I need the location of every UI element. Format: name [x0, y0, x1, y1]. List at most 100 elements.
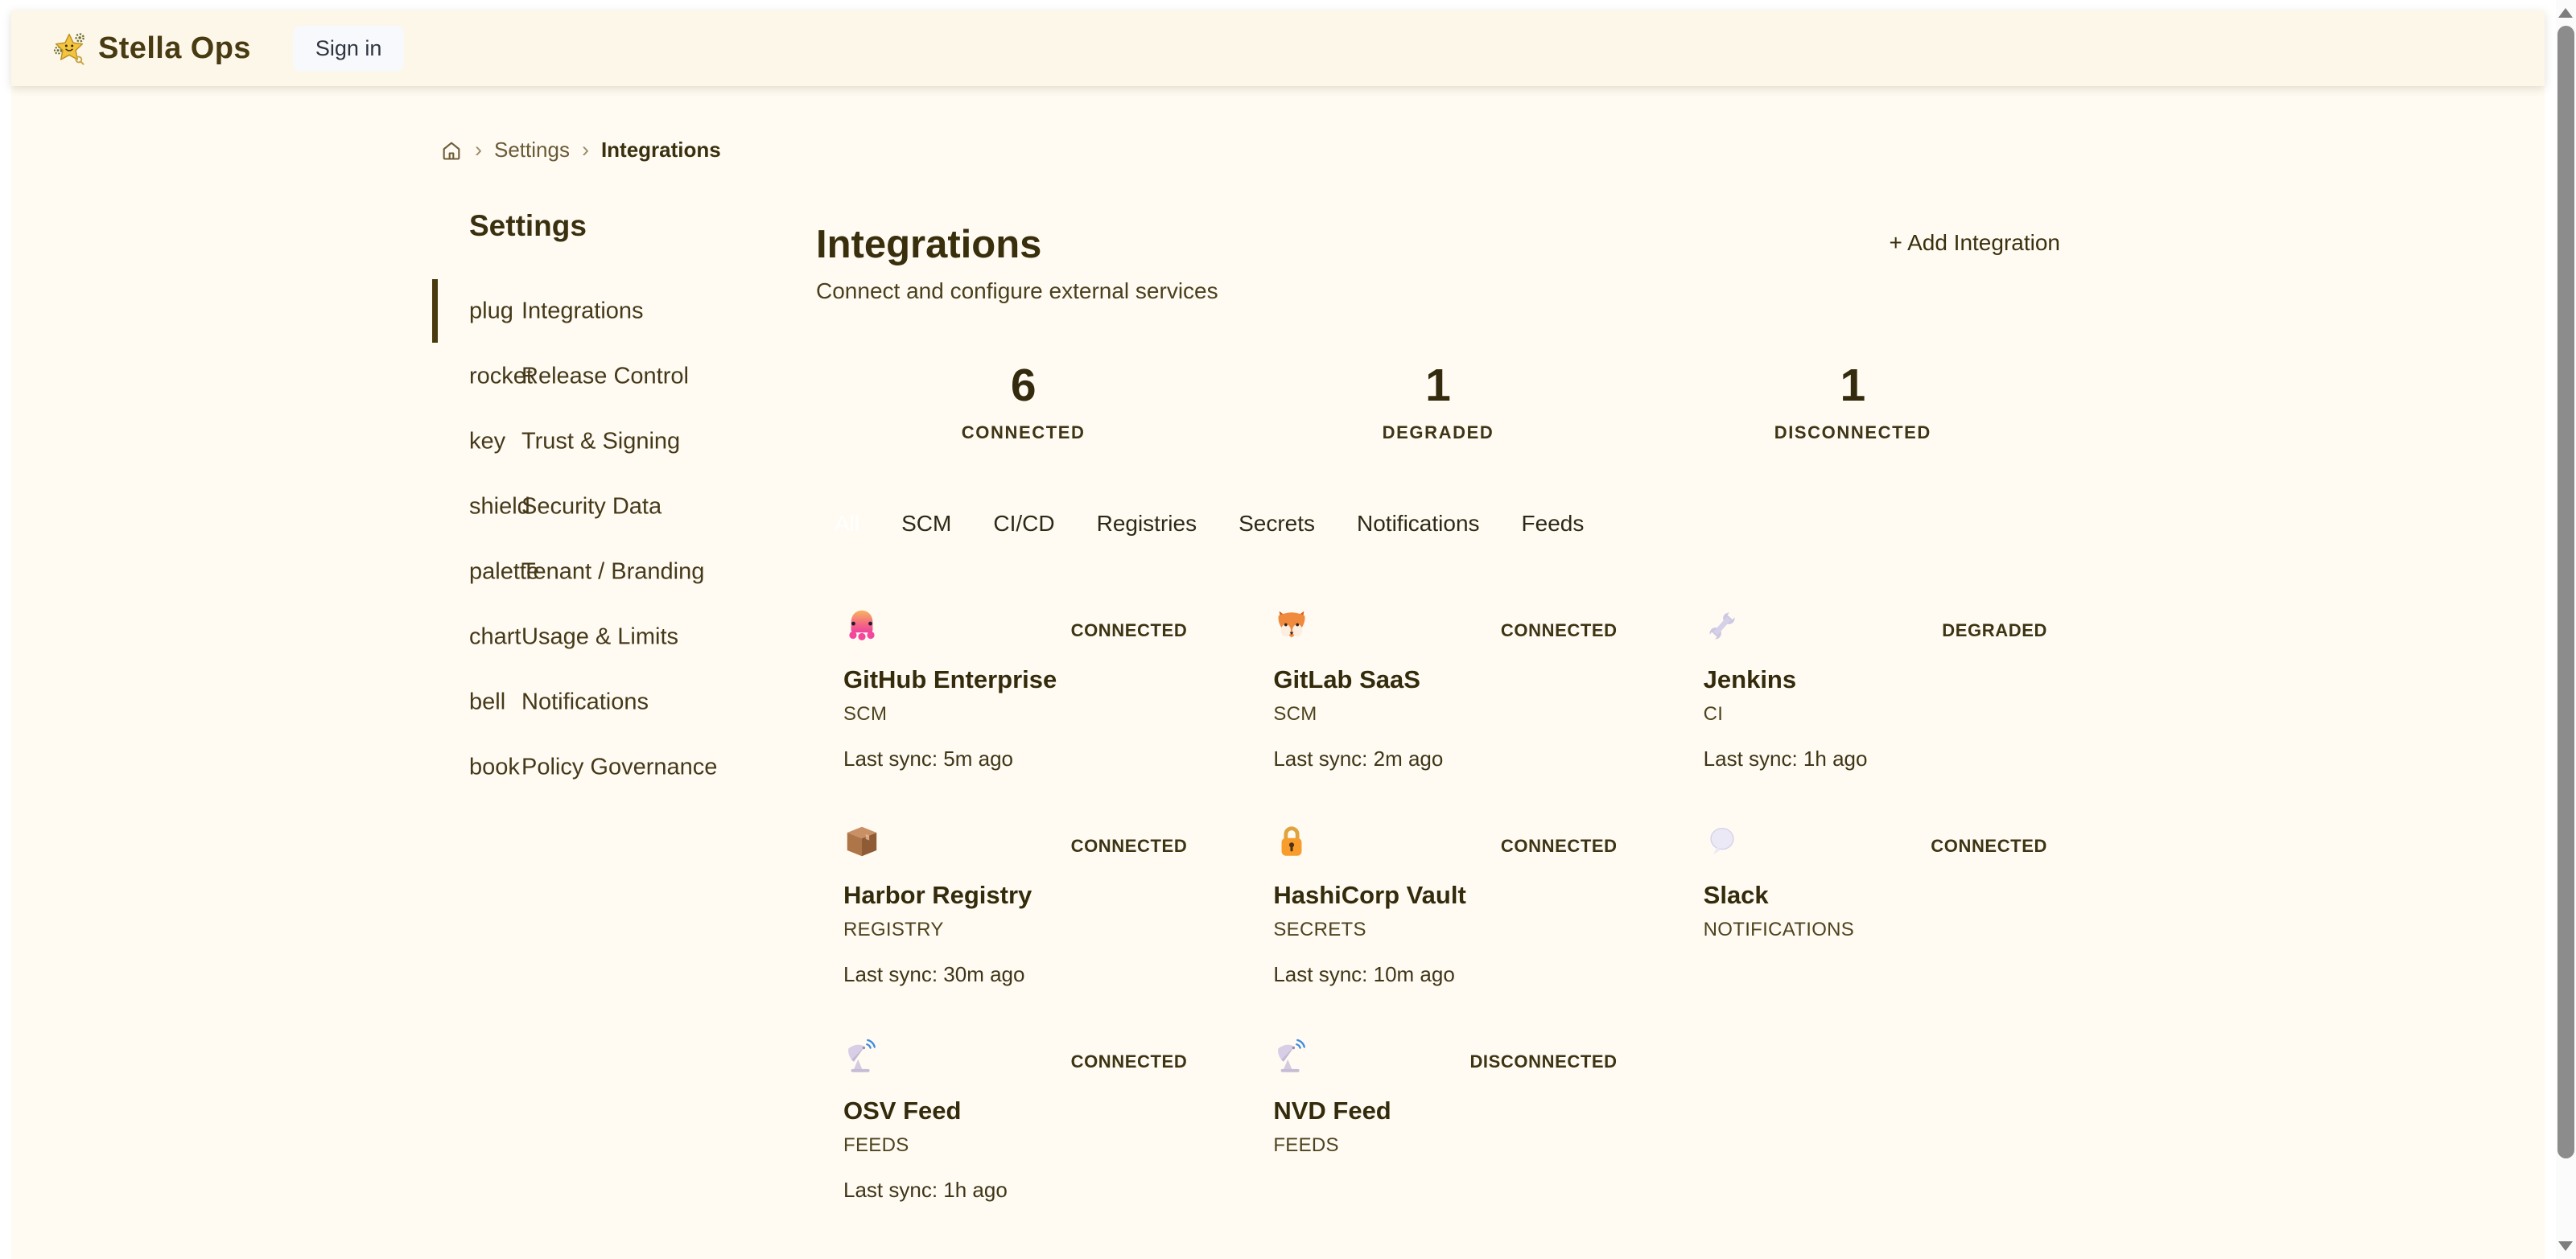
- integration-name: OSV Feed: [843, 1096, 1187, 1125]
- card-top: CONNECTED: [843, 823, 1187, 860]
- stat-disconnected: 1 DISCONNECTED: [1646, 359, 2060, 443]
- status-badge: CONNECTED: [1071, 1051, 1188, 1072]
- tab-registries[interactable]: Registries: [1097, 511, 1197, 537]
- status-badge: DISCONNECTED: [1469, 1051, 1617, 1072]
- integration-name: Slack: [1704, 881, 2047, 910]
- fox-icon: [1273, 607, 1310, 644]
- stat-label: DISCONNECTED: [1646, 422, 2060, 443]
- scrollbar-thumb[interactable]: [2557, 26, 2574, 1158]
- page-body: › Settings › Integrations Settings plug …: [11, 86, 2545, 1259]
- app-window: Stella Ops Sign in › Settings › Integrat…: [11, 10, 2545, 1259]
- stat-value: 1: [1646, 359, 2060, 412]
- breadcrumb: › Settings › Integrations: [422, 86, 2060, 163]
- integration-type: SCM: [1273, 703, 1617, 726]
- status-badge: CONNECTED: [1071, 620, 1188, 641]
- integration-name: Jenkins: [1704, 665, 2047, 694]
- integration-card-hashicorp-vault[interactable]: CONNECTED HashiCorp Vault SECRETS Last s…: [1273, 823, 1617, 987]
- sidebar-item-notifications[interactable]: bell Notifications: [422, 669, 816, 734]
- integration-type: SCM: [843, 703, 1187, 726]
- scrollbar-up-arrow-icon[interactable]: [2558, 8, 2573, 18]
- breadcrumb-separator: ›: [582, 138, 589, 163]
- home-icon[interactable]: [440, 139, 463, 162]
- breadcrumb-integrations: Integrations: [601, 138, 721, 163]
- lock-icon: [1273, 823, 1310, 860]
- integration-type: REGISTRY: [843, 919, 1187, 941]
- page-title: Integrations: [816, 222, 1218, 267]
- sign-in-button[interactable]: Sign in: [293, 26, 405, 72]
- sidebar-item-label: Policy Governance: [521, 754, 717, 780]
- tab-notifications[interactable]: Notifications: [1357, 511, 1480, 537]
- integration-type: SECRETS: [1273, 919, 1617, 941]
- package-icon: [843, 823, 880, 860]
- scrollbar[interactable]: [2556, 0, 2576, 1259]
- add-integration-button[interactable]: + Add Integration: [1889, 222, 2060, 256]
- content-wrapper: › Settings › Integrations Settings plug …: [422, 86, 2060, 1203]
- sidebar-item-release-control[interactable]: rocket Release Control: [422, 344, 816, 409]
- integration-card-jenkins[interactable]: DEGRADED Jenkins CI Last sync: 1h ago: [1704, 607, 2047, 771]
- integrations-main: Integrations Connect and configure exter…: [816, 209, 2060, 1203]
- satellite-antenna-icon: [1273, 1039, 1310, 1076]
- page-subtitle: Connect and configure external services: [816, 278, 1218, 304]
- status-badge: CONNECTED: [1931, 836, 2047, 857]
- card-top: CONNECTED: [843, 607, 1187, 644]
- sidebar-item-trust-signing[interactable]: key Trust & Signing: [422, 409, 816, 474]
- sidebar-item-policy-governance[interactable]: book Policy Governance: [422, 734, 816, 800]
- chart-icon: chart: [469, 623, 521, 650]
- sidebar-item-label: Tenant / Branding: [521, 558, 704, 585]
- integration-cards-grid: CONNECTED GitHub Enterprise SCM Last syn…: [843, 607, 2047, 1203]
- stat-degraded: 1 DEGRADED: [1230, 359, 1645, 443]
- sidebar-item-integrations[interactable]: plug Integrations: [422, 278, 816, 344]
- tab-scm[interactable]: SCM: [901, 511, 951, 537]
- brand: Stella Ops: [52, 31, 251, 66]
- integration-card-slack[interactable]: CONNECTED Slack NOTIFICATIONS: [1704, 823, 2047, 987]
- breadcrumb-settings[interactable]: Settings: [494, 138, 570, 163]
- integration-last-sync: Last sync: 30m ago: [843, 962, 1187, 987]
- sidebar-nav: plug Integrations rocket Release Control…: [422, 278, 816, 800]
- settings-sidebar: Settings plug Integrations rocket Releas…: [422, 209, 816, 1203]
- sidebar-item-usage-limits[interactable]: chart Usage & Limits: [422, 604, 816, 669]
- top-bar: Stella Ops Sign in: [11, 10, 2545, 86]
- card-top: DISCONNECTED: [1273, 1039, 1617, 1076]
- settings-layout: Settings plug Integrations rocket Releas…: [422, 209, 2060, 1203]
- plug-icon: plug: [469, 298, 513, 324]
- card-top: CONNECTED: [1704, 823, 2047, 860]
- integration-card-github-enterprise[interactable]: CONNECTED GitHub Enterprise SCM Last syn…: [843, 607, 1187, 771]
- stella-ops-logo-icon: [52, 31, 86, 65]
- stat-label: DEGRADED: [1230, 422, 1645, 443]
- integration-card-nvd-feed[interactable]: DISCONNECTED NVD Feed FEEDS: [1273, 1039, 1617, 1203]
- stat-label: CONNECTED: [816, 422, 1230, 443]
- main-header: Integrations Connect and configure exter…: [816, 222, 2060, 304]
- status-badge: CONNECTED: [1071, 836, 1188, 857]
- integration-card-osv-feed[interactable]: CONNECTED OSV Feed FEEDS Last sync: 1h a…: [843, 1039, 1187, 1203]
- card-top: CONNECTED: [1273, 823, 1617, 860]
- sidebar-item-label: Usage & Limits: [521, 623, 678, 650]
- tab-secrets[interactable]: Secrets: [1239, 511, 1315, 537]
- integration-type: FEEDS: [843, 1134, 1187, 1157]
- integration-type: FEEDS: [1273, 1134, 1617, 1157]
- speech-balloon-icon: [1704, 823, 1741, 860]
- breadcrumb-separator: ›: [475, 138, 482, 163]
- sidebar-item-label: Security Data: [521, 493, 662, 520]
- integration-card-harbor-registry[interactable]: CONNECTED Harbor Registry REGISTRY Last …: [843, 823, 1187, 987]
- sidebar-item-tenant-branding[interactable]: palette Tenant / Branding: [422, 539, 816, 604]
- tab-cicd[interactable]: CI/CD: [993, 511, 1054, 537]
- tab-all[interactable]: All: [835, 511, 859, 537]
- stat-connected: 6 CONNECTED: [816, 359, 1230, 443]
- integration-type: NOTIFICATIONS: [1704, 919, 2047, 941]
- stat-value: 6: [816, 359, 1230, 412]
- status-badge: CONNECTED: [1501, 620, 1618, 641]
- sidebar-item-security-data[interactable]: shield Security Data: [422, 474, 816, 539]
- stat-value: 1: [1230, 359, 1645, 412]
- octopus-icon: [843, 607, 880, 644]
- status-badge: DEGRADED: [1942, 620, 2047, 641]
- integration-card-gitlab-saas[interactable]: CONNECTED GitLab SaaS SCM Last sync: 2m …: [1273, 607, 1617, 771]
- bell-icon: bell: [469, 689, 505, 715]
- wrench-icon: [1704, 607, 1741, 644]
- scrollbar-down-arrow-icon[interactable]: [2558, 1241, 2573, 1251]
- category-tabs: All SCM CI/CD Registries Secrets Notific…: [816, 511, 2060, 537]
- integration-last-sync: Last sync: 2m ago: [1273, 747, 1617, 771]
- integration-last-sync: [1704, 962, 2047, 986]
- app-title: Stella Ops: [98, 31, 251, 66]
- card-top: CONNECTED: [1273, 607, 1617, 644]
- tab-feeds[interactable]: Feeds: [1522, 511, 1585, 537]
